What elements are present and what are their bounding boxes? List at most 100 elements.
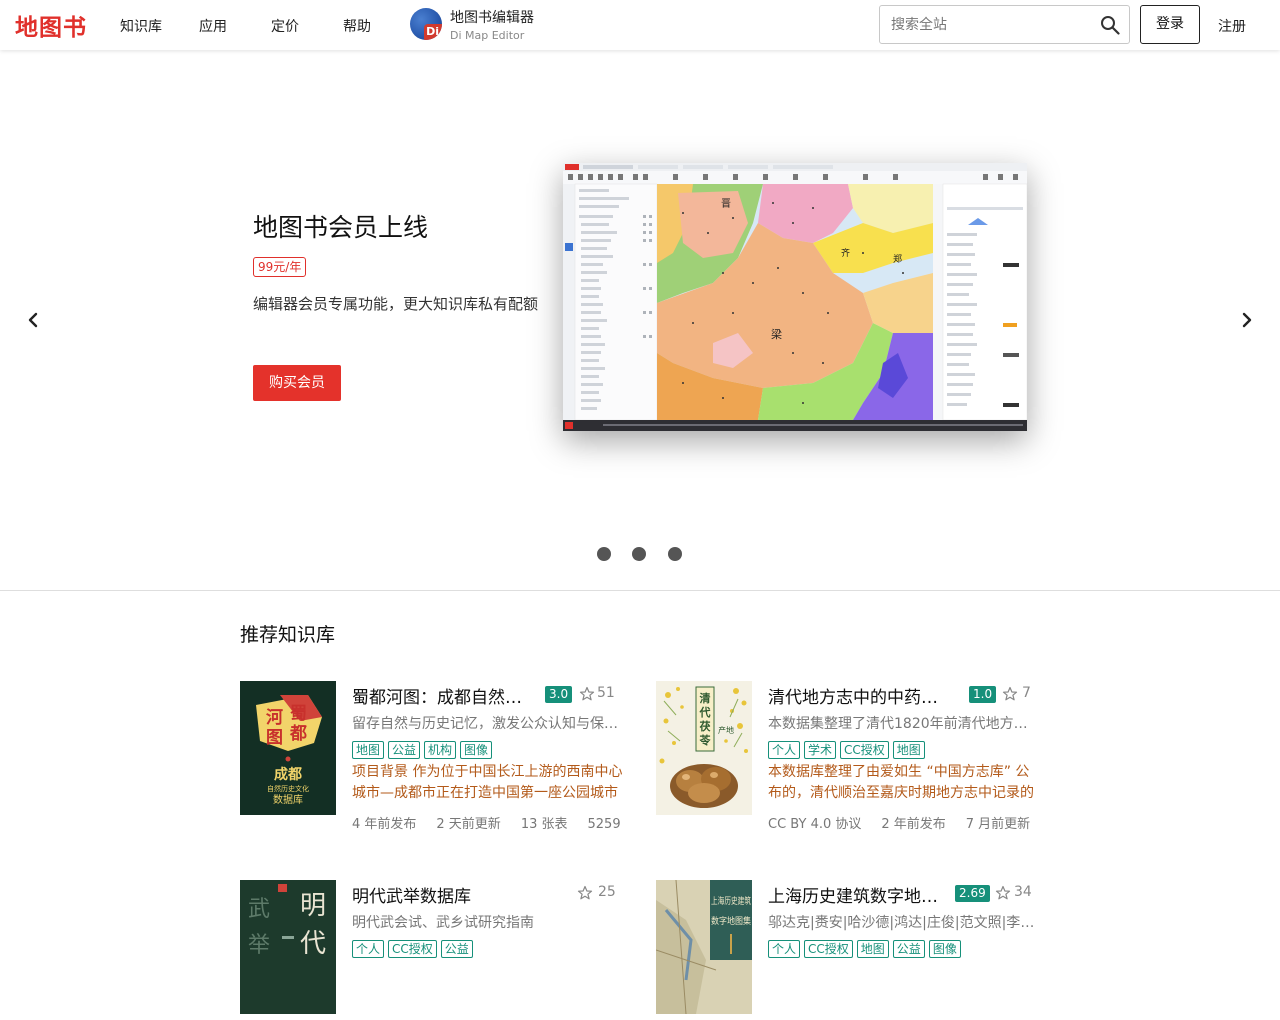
tag[interactable]: 个人 xyxy=(768,741,801,759)
card-cover-image[interactable]: 清 代 茯 苓 产地 xyxy=(656,681,752,815)
update-time: 7 月前更新 xyxy=(965,817,1031,832)
recommended-section-title: 推荐知识库 xyxy=(240,624,336,646)
cover-char-2: 蜀 xyxy=(290,704,307,724)
table-count: 13 张表 xyxy=(520,817,568,832)
tag[interactable]: 机构 xyxy=(424,741,457,759)
cover-char-1: 河 xyxy=(266,708,283,728)
star-icon[interactable] xyxy=(577,885,593,901)
knowledge-base-card[interactable]: 河 蜀 图 都 成都 自然历史文化 数据库 蜀都河图：成都自然与历史文化数据库 … xyxy=(240,681,640,832)
nav-help[interactable]: 帮助 xyxy=(343,16,371,36)
card-description: 邬达克|赉安|哈沙德|鸿达|庄俊|范文照|李锦沛 xyxy=(768,915,1038,931)
site-logo[interactable]: 地图书 xyxy=(15,8,87,42)
promo-carousel: 地图书会员上线 99元/年 编辑器会员专属功能，更大知识库私有配额 购买会员 晋… xyxy=(0,50,1280,591)
score-badge: 2.69 xyxy=(955,885,990,902)
star-count: 7 xyxy=(1022,685,1031,701)
carousel-dot-1[interactable] xyxy=(597,547,611,561)
tag-list: 个人 CC授权 地图 公益 图像 xyxy=(768,938,965,958)
top-navbar: 地图书 知识库 应用 定价 帮助 Di 地图书编辑器 Di Map Editor… xyxy=(0,0,1280,50)
card-cover-image[interactable]: 上海历史建筑 数字地图集 xyxy=(656,880,752,1014)
star-count: 25 xyxy=(598,884,616,900)
price-badge: 99元/年 xyxy=(253,257,307,277)
tag-list: 个人 CC授权 公益 xyxy=(352,938,477,958)
carousel-dot-2[interactable] xyxy=(632,547,646,561)
nav-pricing[interactable]: 定价 xyxy=(271,16,299,36)
tag[interactable]: 个人 xyxy=(768,940,801,958)
tag[interactable]: 公益 xyxy=(892,940,925,958)
login-button[interactable]: 登录 xyxy=(1140,5,1200,44)
map-label-zheng: 郑 xyxy=(893,253,902,265)
card-title[interactable]: 明代武举数据库 xyxy=(352,882,537,907)
star-count: 34 xyxy=(1014,884,1032,900)
tag[interactable]: CC授权 xyxy=(388,940,437,958)
cover-char-dai: 代 xyxy=(300,929,326,959)
search-input[interactable] xyxy=(880,6,1090,43)
tag-list: 个人 学术 CC授权 地图 xyxy=(768,739,929,759)
tag[interactable]: 地图 xyxy=(352,741,385,759)
map-label-jin: 晋 xyxy=(721,198,731,210)
editor-logo-badge: Di xyxy=(426,25,439,38)
cover-title: 产地 xyxy=(718,725,734,735)
knowledge-base-card[interactable]: 清 代 茯 苓 产地 清代地方志中的中药材产地数据库 1.0 7 本数据集整理了… xyxy=(656,681,1056,832)
score-badge: 3.0 xyxy=(545,686,573,703)
nav-knowledge-base[interactable]: 知识库 xyxy=(120,16,162,36)
update-time: 2 天前更新 xyxy=(436,817,501,832)
tag[interactable]: 公益 xyxy=(388,741,421,759)
record-count: 5259 xyxy=(587,817,621,832)
editor-screenshot: 晋 梁 齐 郑 xyxy=(563,163,1027,431)
search-icon[interactable] xyxy=(1100,15,1120,35)
chevron-right-icon[interactable] xyxy=(1239,310,1255,330)
tag[interactable]: 地图 xyxy=(892,741,925,759)
tag[interactable]: 公益 xyxy=(440,940,473,958)
cover-char-ju: 举 xyxy=(248,933,270,958)
tag[interactable]: CC授权 xyxy=(840,741,889,759)
editor-logo-icon[interactable]: Di xyxy=(410,8,442,40)
tag[interactable]: 图像 xyxy=(460,741,493,759)
map-label-liang: 梁 xyxy=(771,327,782,341)
cover-subtitle-2: 自然历史文化 xyxy=(267,784,309,793)
tag[interactable]: 学术 xyxy=(804,741,837,759)
license: CC BY 4.0 协议 xyxy=(768,817,862,832)
card-description: 明代武会试、武乡试研究指南 xyxy=(352,915,534,931)
card-title[interactable]: 蜀都河图：成都自然与历史文化数据库 xyxy=(352,683,537,708)
card-title[interactable]: 上海历史建筑数字地图集 xyxy=(768,882,953,907)
star-icon[interactable] xyxy=(579,686,595,702)
cover-title: 上海历史建筑 xyxy=(711,895,751,907)
tag[interactable]: 地图 xyxy=(856,940,889,958)
card-intro: 项目背景 作为位于中国长江上游的西南中心城市—成都市正在打造中国第一座公园城市 xyxy=(352,764,623,801)
slide-title: 地图书会员上线 xyxy=(253,213,429,242)
nav-apps[interactable]: 应用 xyxy=(199,16,227,36)
tag[interactable]: 图像 xyxy=(928,940,961,958)
map-label-qi: 齐 xyxy=(841,247,850,259)
knowledge-base-card[interactable]: 上海历史建筑 数字地图集 上海历史建筑数字地图集 2.69 34 邬达克|赉安|… xyxy=(656,880,1056,1020)
knowledge-base-card[interactable]: 武 举 明 代 明代武举数据库 25 明代武会试、武乡试研究指南 个人 CC授权公… xyxy=(240,880,640,1020)
publish-time: 2 年前发布 xyxy=(881,817,946,832)
cover-subtitle: 数字地图集 xyxy=(711,915,751,927)
carousel-dot-3[interactable] xyxy=(668,547,682,561)
card-meta: CC BY 4.0 协议 2 年前发布 7 月前更新 xyxy=(768,813,1050,832)
editor-link-subtitle: Di Map Editor xyxy=(450,29,525,42)
buy-membership-button[interactable]: 购买会员 xyxy=(253,365,341,401)
svg-text:苓: 苓 xyxy=(699,733,712,747)
cover-subtitle: 成都 xyxy=(274,766,302,783)
publish-time: 4 年前发布 xyxy=(352,817,417,832)
editor-screenshot-image: 晋 梁 齐 郑 xyxy=(563,163,1027,431)
card-intro: 本数据库整理了由爱如生 “中国方志库” 公布的，清代顺治至嘉庆时期地方志中记录的… xyxy=(768,764,1034,801)
star-icon[interactable] xyxy=(995,885,1011,901)
star-count: 51 xyxy=(597,685,615,701)
card-description: 本数据集整理了清代1820年前清代地方志中记录的药材 xyxy=(768,716,1038,732)
editor-link-title[interactable]: 地图书编辑器 xyxy=(450,7,534,27)
tag[interactable]: CC授权 xyxy=(804,940,853,958)
star-icon[interactable] xyxy=(1002,686,1018,702)
svg-text:清: 清 xyxy=(700,691,711,705)
tag-list: 地图 公益 机构 图像 xyxy=(352,739,496,759)
card-title[interactable]: 清代地方志中的中药材产地数据库 xyxy=(768,683,953,708)
register-link[interactable]: 注册 xyxy=(1218,16,1246,36)
tag[interactable]: 个人 xyxy=(352,940,385,958)
chevron-left-icon[interactable] xyxy=(25,310,41,330)
svg-text:代: 代 xyxy=(699,705,711,719)
cover-char-4: 都 xyxy=(289,723,307,744)
slide-description: 编辑器会员专属功能，更大知识库私有配额 xyxy=(253,295,539,313)
search-box xyxy=(879,5,1130,44)
card-cover-image[interactable]: 河 蜀 图 都 成都 自然历史文化 数据库 xyxy=(240,681,336,815)
card-cover-image[interactable]: 武 举 明 代 xyxy=(240,880,336,1014)
